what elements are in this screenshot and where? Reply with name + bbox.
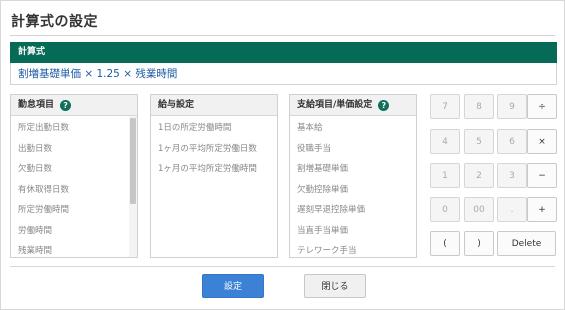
dialog-title: 計算式の設定: [11, 14, 98, 30]
salary-panel-title: 給与設定: [151, 95, 277, 116]
formula-expression[interactable]: 割増基礎単価 × 1.25 × 残業時間: [10, 63, 557, 85]
key-minus[interactable]: −: [527, 163, 557, 188]
list-item[interactable]: 所定労働時間: [11, 200, 137, 221]
key-6[interactable]: 6: [497, 129, 527, 154]
attendance-panel-header: 勤怠項目?: [11, 95, 137, 116]
list-item[interactable]: 労働時間: [11, 221, 137, 242]
payment-panel-title: 支給項目/単価設定: [297, 100, 373, 110]
key-multiply[interactable]: ×: [527, 129, 557, 154]
list-item[interactable]: 欠勤日数: [11, 159, 137, 180]
delete-button[interactable]: Delete: [497, 231, 556, 256]
payment-panel: 支給項目/単価設定? 基本給 役職手当 割増基礎単価 欠勤控除単価 遅刻早退控除…: [289, 94, 417, 258]
key-00[interactable]: 00: [464, 197, 494, 222]
footer-divider: [10, 266, 555, 267]
help-icon[interactable]: ?: [378, 100, 390, 111]
key-2[interactable]: 2: [464, 163, 494, 188]
salary-panel: 給与設定 1日の所定労働時間 1ヶ月の平均所定労働日数 1ヶ月の平均所定労働時間: [150, 94, 278, 258]
list-item[interactable]: 当直手当単価: [290, 221, 416, 242]
formula-header: 計算式: [10, 42, 557, 63]
attendance-scrollbar[interactable]: [129, 116, 137, 257]
attendance-list: 所定出勤日数 出勤日数 欠勤日数 有休取得日数 所定労働時間 労働時間 残業時間: [11, 116, 137, 257]
list-item[interactable]: 割増基礎単価: [290, 159, 416, 180]
list-item[interactable]: 残業時間: [11, 241, 137, 257]
scrollbar-thumb[interactable]: [130, 118, 136, 204]
list-item[interactable]: テレワーク手当: [290, 241, 416, 257]
payment-panel-header: 支給項目/単価設定?: [290, 95, 416, 116]
list-item[interactable]: 所定出勤日数: [11, 118, 137, 139]
key-divide[interactable]: ÷: [527, 94, 557, 119]
key-4[interactable]: 4: [430, 129, 460, 154]
key-8[interactable]: 8: [464, 94, 494, 119]
key-7[interactable]: 7: [430, 94, 460, 119]
key-decimal[interactable]: .: [497, 197, 527, 222]
help-icon[interactable]: ?: [60, 100, 72, 111]
key-0[interactable]: 0: [430, 197, 460, 222]
list-item[interactable]: 1日の所定労働時間: [151, 118, 277, 139]
formula-dialog: 計算式の設定 計算式 割増基礎単価 × 1.25 × 残業時間 勤怠項目? 所定…: [0, 0, 565, 310]
attendance-panel-title: 勤怠項目: [18, 100, 55, 110]
key-9[interactable]: 9: [497, 94, 527, 119]
list-item[interactable]: 基本給: [290, 118, 416, 139]
list-item[interactable]: 遅刻早退控除単価: [290, 200, 416, 221]
key-5[interactable]: 5: [464, 129, 494, 154]
list-item[interactable]: 有休取得日数: [11, 180, 137, 201]
payment-list: 基本給 役職手当 割増基礎単価 欠勤控除単価 遅刻早退控除単価 当直手当単価 テ…: [290, 116, 416, 257]
key-3[interactable]: 3: [497, 163, 527, 188]
salary-list: 1日の所定労働時間 1ヶ月の平均所定労働日数 1ヶ月の平均所定労働時間: [151, 116, 277, 180]
key-1[interactable]: 1: [430, 163, 460, 188]
list-item[interactable]: 1ヶ月の平均所定労働日数: [151, 139, 277, 160]
list-item[interactable]: 役職手当: [290, 139, 416, 160]
list-item[interactable]: 欠勤控除単価: [290, 180, 416, 201]
set-button[interactable]: 設定: [202, 274, 264, 298]
formula-text: 割増基礎単価 × 1.25 × 残業時間: [18, 68, 178, 80]
list-item[interactable]: 1ヶ月の平均所定労働時間: [151, 159, 277, 180]
attendance-panel: 勤怠項目? 所定出勤日数 出勤日数 欠勤日数 有休取得日数 所定労働時間 労働時…: [10, 94, 138, 258]
title-divider: [10, 35, 555, 36]
list-item[interactable]: 出勤日数: [11, 139, 137, 160]
key-close-paren[interactable]: ): [464, 231, 494, 256]
close-button[interactable]: 閉じる: [304, 274, 366, 298]
key-plus[interactable]: +: [527, 197, 557, 222]
key-open-paren[interactable]: (: [430, 231, 460, 256]
